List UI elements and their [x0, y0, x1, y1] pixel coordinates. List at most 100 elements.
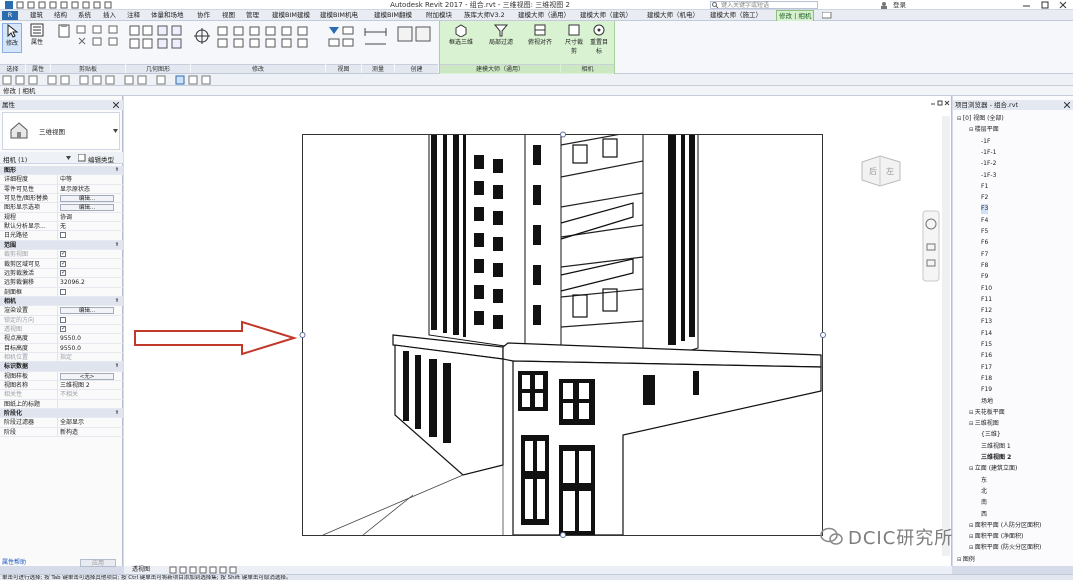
- browser-node[interactable]: F8: [981, 261, 988, 271]
- property-value[interactable]: [57, 287, 113, 297]
- window-controls[interactable]: [1020, 1, 1070, 9]
- property-checkbox[interactable]: [60, 259, 66, 268]
- tab-master-mep[interactable]: 建模大师（机电）: [647, 10, 699, 21]
- tab-massing[interactable]: 体量和场地: [151, 10, 184, 21]
- local-filter-button[interactable]: 局部过滤: [484, 23, 518, 53]
- browser-node[interactable]: F11: [981, 295, 992, 305]
- browser-node[interactable]: F18: [981, 374, 992, 384]
- property-edit-button[interactable]: 编辑...: [60, 204, 114, 212]
- browser-node[interactable]: -1F-1: [981, 148, 996, 158]
- browser-node[interactable]: F19: [981, 385, 992, 395]
- browser-node[interactable]: ⊟ 面积平面 (人防分区面积): [969, 521, 1041, 531]
- browser-node[interactable]: F10: [981, 284, 992, 294]
- browser-node[interactable]: F14: [981, 329, 992, 339]
- login-link[interactable]: 登录: [893, 0, 906, 10]
- apply-button[interactable]: 应用: [80, 559, 116, 567]
- collapse-icon[interactable]: ⇑: [115, 241, 119, 250]
- property-checkbox[interactable]: [60, 268, 66, 277]
- tab-bim-mep[interactable]: 建模BIM机电: [320, 10, 358, 21]
- tab-systems[interactable]: 系统: [78, 10, 91, 21]
- tab-master-arch[interactable]: 建模大师（建筑）: [580, 10, 632, 21]
- tab-architecture[interactable]: 建筑: [30, 10, 43, 21]
- browser-node[interactable]: ⊟ 三维视图: [969, 419, 999, 429]
- browser-node[interactable]: 南: [981, 498, 987, 508]
- property-value[interactable]: 中等: [57, 175, 113, 185]
- size-crop-button[interactable]: 尺寸裁剪: [564, 23, 584, 59]
- browser-node[interactable]: -1F-3: [981, 171, 996, 181]
- create-icons[interactable]: [395, 24, 435, 54]
- browser-node[interactable]: -1F-2: [981, 159, 996, 169]
- browser-node[interactable]: F13: [981, 317, 992, 327]
- browser-node[interactable]: 三维视图 1: [981, 442, 1011, 452]
- property-value[interactable]: 新构造: [57, 427, 113, 437]
- property-value[interactable]: 三维视图 2: [57, 381, 113, 391]
- property-value[interactable]: 9550.0: [57, 334, 113, 344]
- property-value[interactable]: 编辑...: [57, 306, 114, 316]
- property-value[interactable]: 32096.2: [57, 278, 113, 288]
- property-edit-button[interactable]: 编辑...: [60, 195, 114, 203]
- drawing-canvas[interactable]: 后 左: [124, 96, 952, 566]
- property-section[interactable]: 图形 ⇑: [0, 166, 123, 176]
- property-edit-button[interactable]: <无>: [60, 372, 114, 380]
- browser-node[interactable]: ⊟ 天花板平面: [969, 408, 1005, 418]
- user-icon[interactable]: [880, 1, 888, 9]
- property-value[interactable]: 9550.0: [57, 343, 113, 353]
- tab-collaborate[interactable]: 协作: [197, 10, 210, 21]
- property-edit-button[interactable]: 编辑...: [60, 307, 114, 315]
- property-value[interactable]: <无>: [57, 371, 114, 381]
- browser-node[interactable]: 东: [981, 476, 987, 486]
- browser-node[interactable]: ⊟ 立面 (建筑立面): [969, 464, 1017, 474]
- group-select-label[interactable]: 选择: [0, 64, 25, 73]
- tab-modify-camera[interactable]: 修改 | 相机: [776, 10, 815, 21]
- tab-structure[interactable]: 结构: [54, 10, 67, 21]
- browser-node[interactable]: F4: [981, 216, 988, 226]
- tab-bim-modeling[interactable]: 建模BIM建模: [272, 10, 310, 21]
- vertical-scrollbar[interactable]: [942, 116, 950, 556]
- options-toolbar-icons[interactable]: [0, 74, 220, 86]
- browser-node[interactable]: F3: [981, 204, 989, 215]
- browser-node[interactable]: 北: [981, 487, 987, 497]
- view-tools-icons[interactable]: [326, 24, 360, 54]
- browser-node[interactable]: F17: [981, 363, 992, 373]
- edit-type-button[interactable]: 编辑类型: [88, 154, 114, 164]
- app-menu-button[interactable]: R: [2, 11, 18, 20]
- viewcube[interactable]: 后 左: [852, 152, 908, 188]
- tab-master-construction[interactable]: 建模大师（施工）: [710, 10, 762, 21]
- property-value[interactable]: 编辑...: [57, 203, 114, 213]
- browser-node[interactable]: {三维}: [981, 430, 1001, 440]
- browser-node[interactable]: F5: [981, 227, 988, 237]
- crop-grips[interactable]: [298, 130, 828, 540]
- type-preview[interactable]: 三维视图: [2, 112, 120, 150]
- properties-button[interactable]: 属性: [27, 23, 47, 53]
- top-align-button[interactable]: 俯视对齐: [523, 23, 557, 53]
- instance-selector[interactable]: 相机 (1) 编辑类型: [0, 152, 123, 164]
- box-select-3d-button[interactable]: 框选三维: [444, 23, 478, 53]
- property-value[interactable]: [57, 399, 113, 409]
- property-section[interactable]: 阶段化 ⇑: [0, 409, 123, 419]
- property-value[interactable]: [57, 231, 113, 241]
- quick-access-icons[interactable]: [4, 1, 124, 9]
- property-value[interactable]: 协调: [57, 212, 113, 222]
- property-value[interactable]: 全部显示: [57, 418, 113, 428]
- property-value[interactable]: 编辑...: [57, 194, 114, 204]
- browser-node[interactable]: 三维视图 2: [981, 453, 1011, 463]
- tab-manage[interactable]: 管理: [246, 10, 259, 21]
- search-input[interactable]: 键入关键字或短语: [710, 1, 818, 9]
- view-control-icons[interactable]: [168, 566, 248, 574]
- tab-family-library[interactable]: 族库大师V3.2: [464, 10, 505, 21]
- property-value[interactable]: 无: [57, 222, 113, 232]
- tab-view[interactable]: 视图: [222, 10, 235, 21]
- modify-button[interactable]: 修改: [2, 23, 22, 53]
- browser-node[interactable]: ⊟ [0] 视图 (全部): [957, 114, 1004, 124]
- browser-node[interactable]: F7: [981, 250, 988, 260]
- property-section[interactable]: 标识数据 ⇑: [0, 362, 123, 372]
- collapse-icon[interactable]: ⇑: [115, 409, 119, 418]
- browser-node[interactable]: F16: [981, 351, 992, 361]
- view-window-controls[interactable]: [930, 100, 950, 106]
- browser-node[interactable]: -1F: [981, 137, 990, 147]
- browser-node[interactable]: ⊟ 图例: [957, 555, 975, 565]
- clipboard-icons[interactable]: [57, 24, 125, 54]
- collapse-icon[interactable]: ⇑: [115, 166, 119, 175]
- property-checkbox[interactable]: [60, 288, 66, 295]
- collapse-icon[interactable]: ⇑: [115, 362, 119, 371]
